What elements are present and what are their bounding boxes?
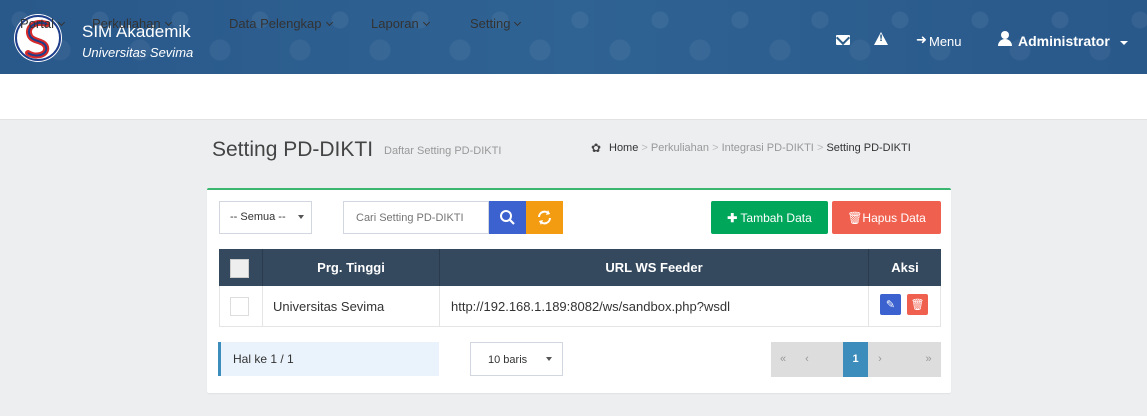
add-data-button[interactable]: ✚ Tambah Data xyxy=(711,201,828,234)
plus-icon: ✚ xyxy=(727,210,738,225)
main-navbar xyxy=(0,74,1147,120)
breadcrumb-integrasi[interactable]: Integrasi PD-DIKTI xyxy=(722,142,814,154)
search-icon xyxy=(489,201,526,234)
nav-label: Data Pelengkap xyxy=(229,16,322,31)
chevron-down-icon xyxy=(57,18,66,27)
pager-current-page[interactable]: 1 xyxy=(843,342,868,377)
rows-per-page-value: 10 baris xyxy=(488,354,528,366)
page-subtitle: Daftar Setting PD-DIKTI xyxy=(384,145,502,157)
row-checkbox[interactable] xyxy=(230,297,249,316)
app-subtitle: Universitas Sevima xyxy=(82,45,194,60)
filter-select-value: -- Semua -- xyxy=(230,211,286,223)
nav-label: Perkuliahan xyxy=(92,16,161,31)
menu-button[interactable]: Menu xyxy=(929,34,962,49)
pager-first-button[interactable]: « xyxy=(771,342,795,377)
search-button[interactable] xyxy=(489,201,526,234)
chevron-down-icon xyxy=(422,18,430,27)
pager-spacer xyxy=(892,342,916,377)
pager-last-button[interactable]: » xyxy=(916,342,941,377)
breadcrumb-perkuliahan[interactable]: Perkuliahan xyxy=(651,142,709,154)
rows-per-page-select[interactable]: 10 baris xyxy=(470,342,563,376)
delete-data-button[interactable]: 🗑Hapus Data xyxy=(832,201,941,234)
add-data-label: Tambah Data xyxy=(740,210,812,225)
nav-label: Setting xyxy=(470,16,511,31)
nav-item-data-pelengkap[interactable]: Data Pelengkap xyxy=(229,16,333,31)
chevron-down-icon xyxy=(164,18,172,27)
breadcrumb-home[interactable]: Home xyxy=(609,142,638,154)
pager-next-button[interactable]: › xyxy=(868,342,892,377)
breadcrumb-separator: > xyxy=(641,142,648,154)
table-cell-prg-tinggi: Universitas Sevima xyxy=(263,286,440,327)
nav-label: Portal xyxy=(20,16,54,31)
nav-item-perkuliahan[interactable]: Perkuliahan xyxy=(92,16,172,31)
caret-down-icon xyxy=(1120,41,1128,45)
breadcrumb-current: Setting PD-DIKTI xyxy=(826,142,911,154)
column-header-aksi: Aksi xyxy=(869,249,941,286)
nav-label: Laporan xyxy=(371,16,419,31)
column-header-url-ws-feeder[interactable]: URL WS Feeder xyxy=(440,249,869,286)
filter-select[interactable]: -- Semua -- xyxy=(219,201,312,234)
trash-icon: 🗑 xyxy=(847,210,863,225)
nav-item-portal[interactable]: Portal xyxy=(20,16,66,31)
edit-button[interactable]: ✎ xyxy=(880,294,901,315)
caret-down-icon xyxy=(546,357,552,361)
dashboard-icon: ✿ xyxy=(591,141,602,155)
warning-icon[interactable] xyxy=(874,32,888,45)
page-info: Hal ke 1 / 1 xyxy=(218,342,439,376)
pencil-icon: ✎ xyxy=(885,298,896,311)
refresh-icon xyxy=(526,201,563,234)
nav-item-laporan[interactable]: Laporan xyxy=(371,16,430,31)
sign-in-icon: ➜ xyxy=(916,33,927,48)
pager-prev-button[interactable]: ‹ xyxy=(795,342,819,377)
mail-icon[interactable] xyxy=(836,35,850,45)
user-menu-button[interactable]: Administrator xyxy=(1018,33,1110,49)
chevron-down-icon xyxy=(514,18,522,27)
select-all-checkbox[interactable] xyxy=(230,259,249,278)
refresh-button[interactable] xyxy=(526,201,563,234)
nav-item-setting[interactable]: Setting xyxy=(470,16,522,31)
chevron-down-icon xyxy=(325,18,333,27)
delete-row-button[interactable]: 🗑 xyxy=(907,294,928,315)
table-cell-url: http://192.168.1.189:8082/ws/sandbox.php… xyxy=(440,286,869,327)
search-input[interactable] xyxy=(343,201,489,234)
trash-icon: 🗑 xyxy=(910,298,925,311)
user-icon xyxy=(998,31,1012,46)
delete-data-label: Hapus Data xyxy=(862,210,926,225)
column-header-prg-tinggi[interactable]: Prg. Tinggi xyxy=(263,249,440,286)
breadcrumb-separator: > xyxy=(712,142,719,154)
breadcrumb: Home > Perkuliahan > Integrasi PD-DIKTI … xyxy=(609,142,911,154)
page-title: Setting PD-DIKTI xyxy=(212,138,374,161)
caret-down-icon xyxy=(298,215,304,219)
pager-spacer xyxy=(819,342,843,377)
breadcrumb-separator: > xyxy=(816,142,824,154)
